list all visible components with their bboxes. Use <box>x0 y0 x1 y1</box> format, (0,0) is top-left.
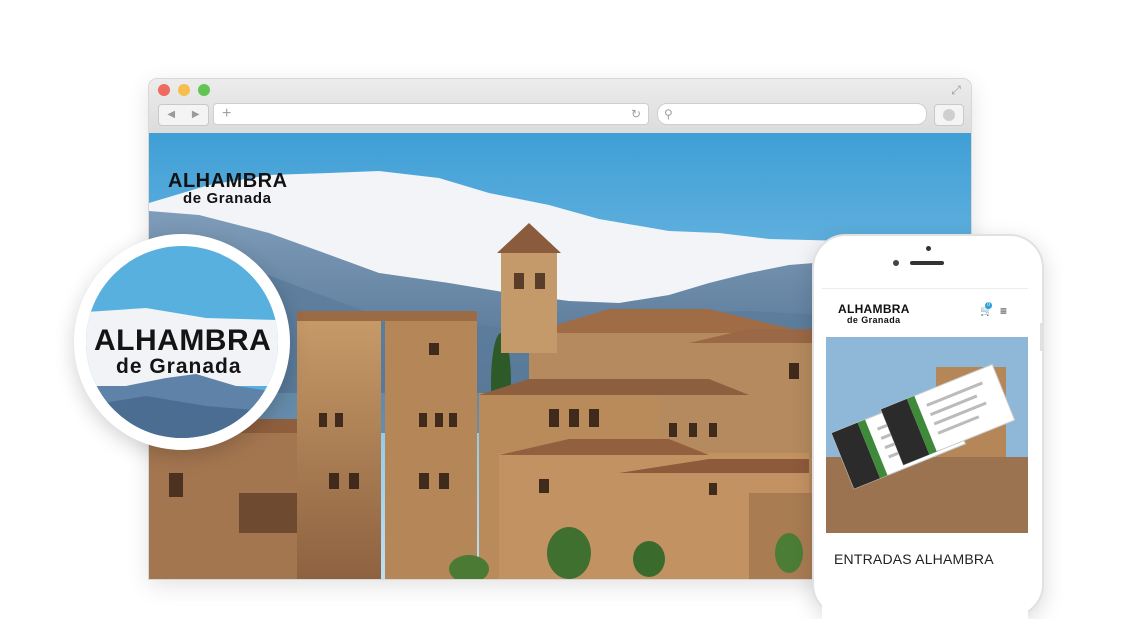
search-input[interactable]: ⚲ <box>657 103 927 125</box>
minimize-window-button[interactable] <box>178 84 190 96</box>
mobile-logo[interactable]: ALHAMBRA de Granada <box>838 303 910 325</box>
logo-zoom-callout: ALHAMBRA de Granada <box>74 234 290 450</box>
section-title[interactable]: ENTRADAS ALHAMBRA <box>834 551 994 567</box>
zoom-logo-title: ALHAMBRA <box>94 324 272 357</box>
zoom-logo: ALHAMBRA de Granada <box>94 326 271 378</box>
search-icon: ⚲ <box>664 107 673 121</box>
phone-side-button <box>1040 323 1042 351</box>
camera-icon <box>926 246 931 251</box>
maximize-window-button[interactable] <box>198 84 210 96</box>
tickets-image[interactable] <box>826 337 1028 533</box>
back-arrow-icon[interactable]: ◀ <box>159 105 184 125</box>
zoom-logo-subtitle: de Granada <box>116 355 242 378</box>
browser-toolbar: ⤢ ◀ ▶ + ↻ ⚲ <box>149 79 971 133</box>
history-nav: ◀ ▶ <box>158 104 209 126</box>
logo-title: ALHAMBRA <box>168 170 288 192</box>
hamburger-menu-icon[interactable]: ≡ <box>1000 305 1007 317</box>
extension-button[interactable] <box>934 104 964 126</box>
cart-badge: 0 <box>985 302 992 309</box>
zoom-lens: ALHAMBRA de Granada <box>86 246 278 438</box>
phone-mockup: ALHAMBRA de Granada 🛒 0 ≡ ENTRADAS ALHAM… <box>812 234 1044 619</box>
fullscreen-icon[interactable]: ⤢ <box>949 83 963 97</box>
logo-subtitle: de Granada <box>183 190 272 207</box>
mobile-header: ALHAMBRA de Granada 🛒 0 ≡ <box>822 289 1028 337</box>
forward-arrow-icon[interactable]: ▶ <box>184 105 209 125</box>
tickets-illustration <box>826 337 1028 533</box>
mobile-logo-subtitle: de Granada <box>847 315 901 325</box>
close-window-button[interactable] <box>158 84 170 96</box>
site-logo[interactable]: ALHAMBRA de Granada <box>168 171 288 207</box>
sensor-icon <box>893 260 899 266</box>
mobile-logo-title: ALHAMBRA <box>838 302 910 316</box>
mobile-screen: ALHAMBRA de Granada 🛒 0 ≡ ENTRADAS ALHAM… <box>822 288 1028 619</box>
reload-icon[interactable]: ↻ <box>631 104 641 124</box>
address-bar[interactable]: + ↻ <box>213 103 649 125</box>
speaker-grille <box>910 261 944 265</box>
new-tab-icon[interactable]: + <box>222 104 231 124</box>
